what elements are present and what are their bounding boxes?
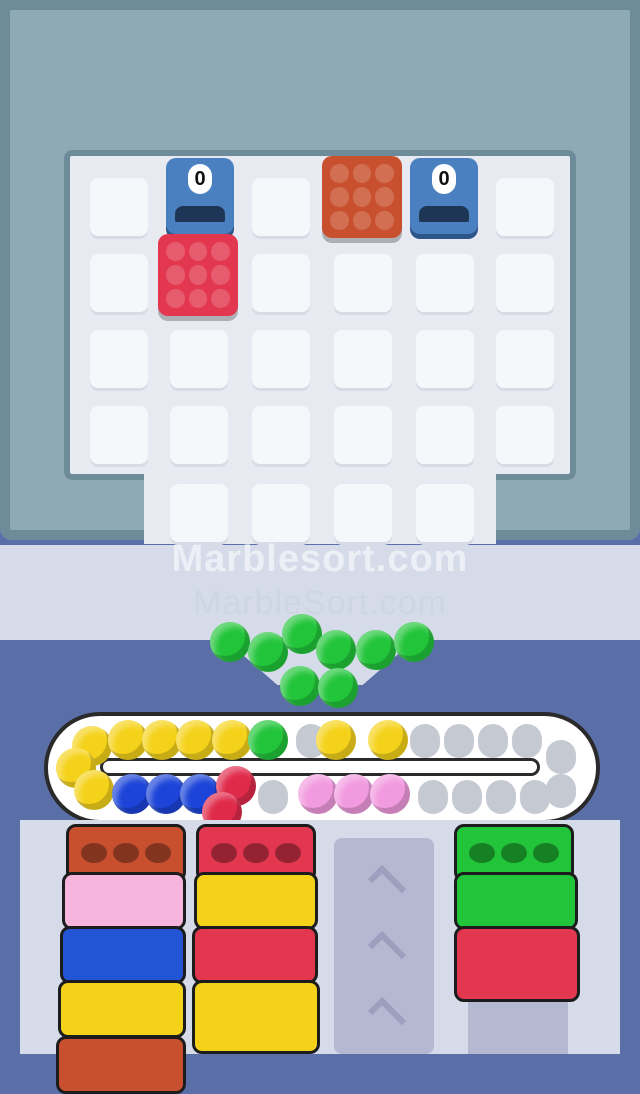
track-slot — [520, 780, 550, 814]
yellow-marble — [368, 720, 408, 760]
dispenser-mouth — [175, 206, 225, 222]
track-slot — [546, 774, 576, 808]
red-block[interactable] — [158, 234, 238, 316]
dispenser-mouth — [419, 206, 469, 222]
track-slot — [444, 724, 474, 758]
grid-cell[interactable] — [334, 406, 392, 464]
yellow-marble — [316, 720, 356, 760]
red-tube[interactable] — [192, 926, 318, 984]
track-slot — [452, 780, 482, 814]
watermark: MarbleSort.com — [193, 584, 447, 622]
yellow-tube[interactable] — [58, 980, 186, 1038]
track-slot — [486, 780, 516, 814]
empty-lane[interactable] — [468, 1000, 568, 1054]
green-marble — [280, 666, 320, 706]
track-slot — [258, 780, 288, 814]
grid-cell[interactable] — [334, 484, 392, 542]
green-marble — [356, 630, 396, 670]
grid-cell[interactable] — [170, 330, 228, 388]
grid-cell[interactable] — [496, 330, 554, 388]
pink-tube[interactable] — [62, 872, 186, 930]
grid-cell[interactable] — [90, 254, 148, 312]
grid-cell[interactable] — [496, 406, 554, 464]
track-slot — [512, 724, 542, 758]
track-slot — [410, 724, 440, 758]
grid-cell[interactable] — [170, 484, 228, 542]
yellow-marble — [176, 720, 216, 760]
grid-cell[interactable] — [252, 178, 310, 236]
green-marble — [394, 622, 434, 662]
grid-cell[interactable] — [416, 254, 474, 312]
grid-cell[interactable] — [252, 406, 310, 464]
grid-cell[interactable] — [334, 254, 392, 312]
pink-marble — [334, 774, 374, 814]
grid-cell[interactable] — [90, 178, 148, 236]
red-tube[interactable] — [454, 926, 580, 1002]
green-marble — [318, 668, 358, 708]
grid-cell[interactable] — [496, 254, 554, 312]
marble-dispenser[interactable]: 0 — [166, 158, 234, 234]
yellow-tube[interactable] — [194, 872, 318, 930]
green-tube[interactable] — [454, 872, 578, 930]
orange-block[interactable] — [322, 156, 402, 238]
pink-marble — [298, 774, 338, 814]
yellow-marble — [74, 770, 114, 810]
grid-cell[interactable] — [252, 484, 310, 542]
game-frame: 0 0 Marblesort.com MarbleSort.com — [0, 0, 640, 1094]
green-marble — [248, 720, 288, 760]
grid-cell[interactable] — [252, 254, 310, 312]
green-marble — [210, 622, 250, 662]
pink-marble — [370, 774, 410, 814]
grid-cell[interactable] — [252, 330, 310, 388]
dispenser-count: 0 — [432, 164, 456, 194]
orange-tube[interactable] — [56, 1036, 186, 1094]
yellow-marble — [212, 720, 252, 760]
dispenser-count: 0 — [188, 164, 212, 194]
green-marble — [316, 630, 356, 670]
marble-dispenser[interactable]: 0 — [410, 158, 478, 234]
grid-cell[interactable] — [416, 406, 474, 464]
track-slot — [478, 724, 508, 758]
grid-cell[interactable] — [90, 406, 148, 464]
grid-cell[interactable] — [416, 484, 474, 542]
watermark: Marblesort.com — [171, 538, 469, 580]
track-slot — [546, 740, 576, 774]
grid-cell[interactable] — [334, 330, 392, 388]
grid-cell[interactable] — [416, 330, 474, 388]
grid-cell[interactable] — [90, 330, 148, 388]
blue-tube[interactable] — [60, 926, 186, 984]
yellow-tube[interactable] — [192, 980, 320, 1054]
track-slot — [418, 780, 448, 814]
grid-cell[interactable] — [496, 178, 554, 236]
grid-cell[interactable] — [170, 406, 228, 464]
